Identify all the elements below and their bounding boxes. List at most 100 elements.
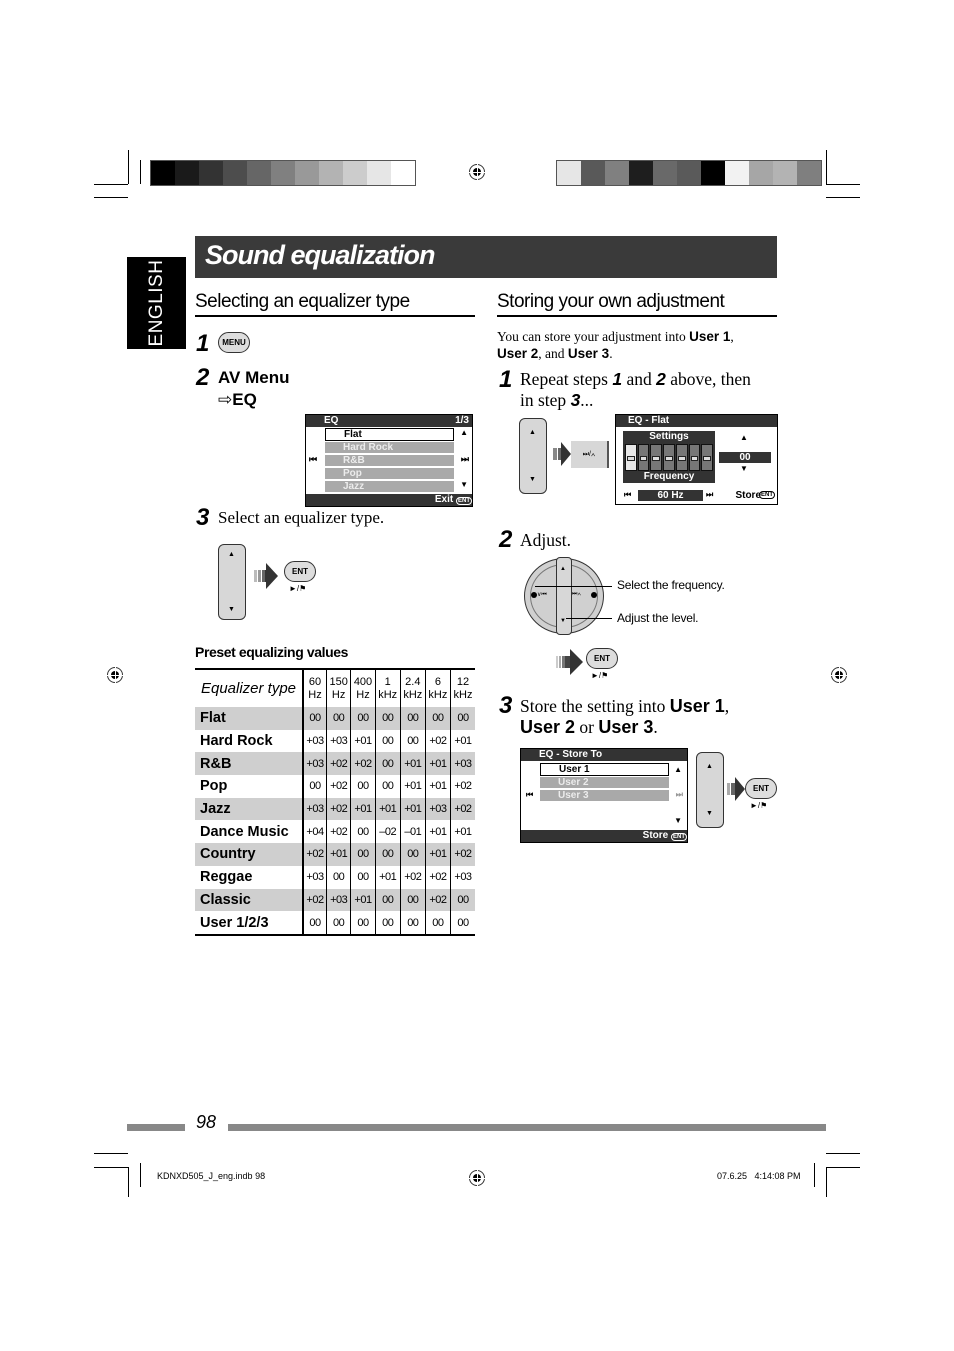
screen-title: EQ - Store To [539, 749, 603, 760]
color-bar-right [556, 160, 822, 186]
registration-mark-icon [467, 162, 487, 182]
eq-list-item[interactable]: R&B [325, 455, 454, 466]
eq-type-name: R&B [195, 752, 304, 776]
eq-list-item[interactable]: Flat [325, 428, 454, 441]
eq-value-cell: 00 [449, 911, 475, 935]
menu-button[interactable]: MENU [218, 332, 250, 353]
store-list-item[interactable]: User 2 [540, 777, 669, 788]
eq-list-item[interactable]: Pop [325, 468, 454, 479]
eq-band-slider[interactable] [701, 444, 714, 471]
press-arrow-icon [553, 442, 571, 466]
eq-band-slider[interactable] [663, 444, 675, 471]
text: . [609, 346, 613, 361]
control-dial[interactable]: ▲ ▼ ∨⏮ ⏭∧ [524, 557, 604, 635]
registration-mark-icon [105, 665, 125, 685]
control-dial[interactable]: ▲ ▼ [519, 418, 547, 494]
callout-line [592, 586, 612, 587]
next-icon[interactable]: ⏭ [461, 454, 469, 465]
footer-bar-right [228, 1124, 826, 1131]
scroll-up-icon[interactable]: ▲ [460, 428, 468, 437]
next-icon[interactable]: ⏭ [676, 790, 683, 800]
table-row: Classic +02 +03 +01 00 00 +02 00 [195, 888, 475, 912]
eq-band-slider[interactable] [675, 444, 688, 471]
eq-value-cell: +01 [449, 820, 475, 844]
user-1-label: User 1 [669, 696, 725, 716]
text: in step [520, 390, 571, 410]
crop-mark [128, 1167, 129, 1197]
scroll-down-icon[interactable]: ▼ [460, 480, 468, 489]
eq-band-slider[interactable] [625, 444, 637, 471]
eq-path-label: ⇨EQ [218, 390, 257, 410]
level-up-icon[interactable]: ▲ [740, 433, 748, 442]
store-list-item[interactable]: User 1 [540, 763, 669, 776]
eq-item-label: Flat [344, 429, 362, 440]
eq-value-cell: 00 [350, 911, 376, 935]
eq-menu-screen: EQ 1/3 Flat Hard Rock R&B Pop Jazz ⏮ ⏭ ▲… [305, 414, 473, 507]
slider-knob [665, 456, 673, 461]
language-tab-label: ENGLISH [145, 259, 167, 347]
eq-value-cell: 00 [399, 911, 426, 935]
next-icon[interactable]: ⏭ [706, 490, 713, 500]
skip-up-button[interactable]: ⏭/∧ [571, 441, 609, 468]
eq-value-cell: 00 [399, 707, 426, 730]
crop-mark [94, 184, 128, 185]
ent-button[interactable]: ENT [284, 561, 316, 582]
eq-band-slider[interactable] [688, 444, 701, 471]
screen-title: EQ - Flat [628, 415, 670, 426]
color-swatch [271, 161, 295, 185]
ent-badge-icon: ENT [671, 833, 687, 841]
control-dial[interactable]: ▲ ▼ [696, 752, 724, 828]
eq-band-slider[interactable] [637, 444, 650, 471]
footer-file-info: KDNXD505_J_eng.indb 98 [157, 1171, 266, 1181]
previous-icon[interactable]: ⏮ [526, 790, 533, 800]
color-swatch [557, 161, 581, 185]
ent-button[interactable]: ENT [586, 648, 618, 669]
eq-value-cell: 00 [350, 843, 376, 866]
previous-icon[interactable]: ⏮ [624, 490, 631, 500]
crop-mark [140, 1163, 141, 1187]
color-swatch [581, 161, 605, 185]
eq-value-cell: +02 [449, 797, 475, 821]
step-ref: 1 [612, 369, 623, 389]
slider-knob [627, 456, 635, 461]
eq-band-slider[interactable] [650, 444, 663, 471]
table-header-row: Equalizer type 60 Hz 150 Hz 400 Hz 1 kHz 2.4 kHz 6… [195, 669, 475, 707]
play-flag-icon: ►/⚑ [289, 584, 307, 593]
color-swatch [367, 161, 391, 185]
page-title: Sound equalization [205, 240, 435, 270]
eq-type-name: Dance Music [195, 820, 304, 844]
text: and [622, 369, 657, 389]
eq-value-cell: +01 [374, 865, 401, 889]
step-ref: 2 [656, 369, 666, 389]
play-flag-icon: ►/⚑ [750, 801, 768, 810]
eq-value-cell: 00 [302, 707, 327, 730]
store-list-item[interactable]: User 3 [540, 790, 669, 801]
eq-list-item[interactable]: Jazz [325, 481, 454, 492]
freq-value: 2.4 [405, 675, 421, 688]
scroll-down-icon[interactable]: ▼ [674, 816, 682, 825]
level-down-icon[interactable]: ▼ [740, 464, 748, 473]
dot-marker [531, 592, 537, 598]
previous-icon[interactable]: ⏮ [309, 454, 317, 465]
eq-value-cell: +02 [399, 865, 426, 889]
settings-panel: Settings Frequency [623, 431, 715, 483]
control-dial[interactable]: ▲ ▼ [218, 544, 246, 620]
ent-button[interactable]: ENT [745, 778, 777, 799]
crop-mark [826, 1153, 860, 1154]
page-title-bar: Sound equalization [195, 236, 777, 278]
color-swatch [295, 161, 319, 185]
down-arrow-icon: ▼ [228, 606, 235, 613]
user-2-label: User 2 [520, 717, 576, 737]
eq-type-name: Reggae [195, 865, 304, 889]
section-heading-store: Storing your own adjustment [497, 291, 777, 317]
eq-value-cell: +02 [302, 843, 327, 866]
scroll-up-icon[interactable]: ▲ [674, 765, 682, 774]
color-swatch [629, 161, 653, 185]
text: You can store your adjustment into [497, 329, 690, 344]
section-heading-select: Selecting an equalizer type [195, 291, 475, 317]
eq-value-cell: 00 [424, 707, 451, 730]
eq-list-item[interactable]: Hard Rock [325, 442, 454, 453]
eq-value-cell: +03 [424, 797, 451, 821]
text: , and [538, 346, 568, 361]
eq-value-cell: 00 [374, 775, 401, 798]
